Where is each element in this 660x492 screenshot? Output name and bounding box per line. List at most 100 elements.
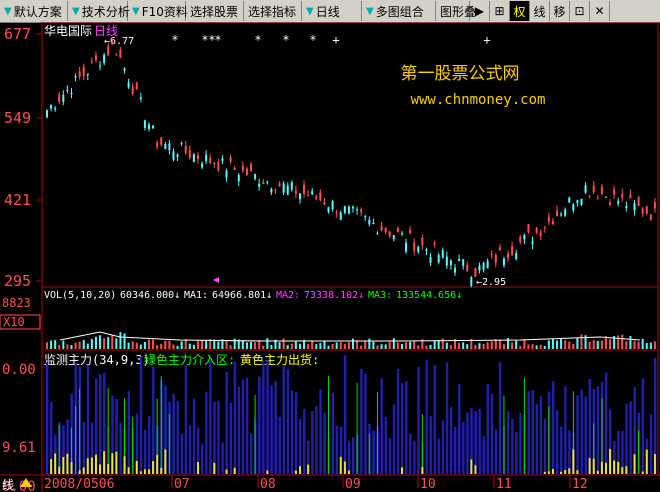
volume-bar (307, 344, 310, 349)
indicator-yellow-bar (609, 449, 612, 474)
candle-body (519, 236, 522, 243)
indicator-blue-bar (192, 399, 196, 474)
volume-bar (143, 341, 146, 349)
volume-bar (466, 344, 469, 349)
volume-bar (547, 340, 550, 349)
indicator-blue-bar (233, 361, 237, 474)
candle-body (139, 97, 142, 99)
signal-marker: * (171, 33, 178, 47)
signal-marker: + (483, 33, 490, 47)
signal-marker: * (214, 33, 221, 47)
candle-body (164, 144, 167, 150)
indicator-blue-bar (486, 383, 490, 474)
indicator-yellow-bar (107, 463, 110, 474)
volume-bar (425, 345, 428, 349)
indicator-blue-bar (152, 366, 155, 474)
candle-body (653, 202, 656, 209)
candle-body (523, 234, 526, 240)
indicator-yellow-bar (653, 454, 656, 474)
candle-body (576, 200, 579, 204)
candle-body (62, 94, 65, 102)
volume-bar (413, 340, 416, 349)
indicator-blue-bar (445, 362, 449, 474)
candle-body (360, 209, 363, 213)
volume-bar (46, 342, 48, 349)
volume-bar (298, 343, 301, 349)
indicator-blue-bar (511, 419, 514, 474)
candle-body (119, 49, 122, 58)
toolbar-item-5[interactable]: ▼ 日线 (302, 1, 362, 21)
candle-body (168, 143, 171, 151)
candle-body (205, 154, 208, 161)
x-axis-label: 09 (345, 477, 361, 492)
candle-body (286, 185, 289, 195)
indicator-blue-bar (250, 433, 253, 474)
volume-bar (90, 339, 93, 349)
volume-bar (449, 345, 452, 349)
toolbar-item-7[interactable]: 图形叠 (436, 1, 476, 21)
indicator-yellow-bar (123, 456, 126, 474)
indicator-blue-bar (625, 403, 628, 474)
indicator-blue-bar (201, 443, 204, 474)
volume-bar (115, 338, 118, 349)
play-icon[interactable]: ▶ (470, 1, 490, 21)
volume-bar (486, 342, 489, 349)
x-axis-label: 2008/0506 (44, 477, 114, 492)
toolbar-item-3[interactable]: 选择股票 (186, 1, 244, 21)
candle-body (323, 201, 326, 205)
ma2-label: MA2: (276, 290, 300, 301)
toolbar-item-label: 技术分析 (81, 4, 130, 19)
indicator-blue-bar (466, 412, 469, 474)
indicator-yellow-bar (135, 460, 138, 474)
indicator-blue-bar (494, 429, 498, 474)
volume-bar (107, 337, 110, 349)
toolbar-item-2[interactable]: ▼ F10资料 (128, 1, 188, 21)
volume-bar (229, 345, 232, 349)
volume-bar (74, 342, 77, 349)
volume-bar (511, 342, 514, 349)
indicator-yellow-bar (400, 467, 403, 474)
volume-bar (539, 344, 542, 349)
candle-body (588, 195, 591, 197)
indicator-yellow-bar (339, 456, 342, 474)
indicator-yellow-bar (621, 467, 624, 474)
volume-bar (254, 342, 257, 349)
volume-bar (372, 341, 375, 349)
line-button[interactable]: 线 (530, 1, 550, 21)
close-icon[interactable]: ✕ (590, 1, 610, 21)
indicator-blue-bar (225, 372, 228, 474)
indicator-blue-bar (396, 368, 400, 474)
indicator-blue-bar (515, 432, 518, 474)
candle-body (531, 240, 534, 245)
candle-body (266, 181, 269, 183)
pink-marker-icon (213, 277, 219, 283)
indicator-yellow-bar (160, 467, 163, 474)
toolbar-item-4[interactable]: 选择指标 (244, 1, 302, 21)
crosshair-icon[interactable]: ⊞ (490, 1, 510, 21)
indicator-blue-bar (347, 441, 351, 474)
indicator-blue-bar (172, 393, 175, 474)
window-icon[interactable]: ⊡ (570, 1, 590, 21)
toolbar-item-6[interactable]: ▼ 多图组合 (362, 1, 436, 21)
volume-bar (405, 342, 408, 349)
indicator-blue-bar (343, 355, 347, 474)
stock-chart[interactable]: 677549421295华电国际 日线←6.77←2.95第一股票公式网www.c… (0, 22, 660, 492)
volume-bar (490, 341, 493, 349)
move-button[interactable]: 移 (550, 1, 570, 21)
volume-bar (551, 338, 554, 349)
indicator-yellow-bar (343, 461, 346, 474)
candle-body (352, 206, 354, 209)
candle-body (596, 198, 599, 200)
candle-body (392, 235, 395, 240)
volume-bar (184, 339, 187, 349)
candle-body (217, 161, 220, 171)
indicator-blue-bar (454, 426, 457, 474)
signal-marker: + (332, 33, 339, 47)
candle-body (486, 260, 489, 269)
candle-body (278, 183, 281, 187)
adjust-rights-button[interactable]: 权 (510, 1, 530, 21)
toolbar-item-1[interactable]: ▼ 技术分析 (68, 1, 130, 21)
indicator-yellow-bar (568, 468, 571, 474)
candle-body (160, 137, 163, 145)
toolbar-item-0[interactable]: ▼ 默认方案 (0, 1, 68, 21)
